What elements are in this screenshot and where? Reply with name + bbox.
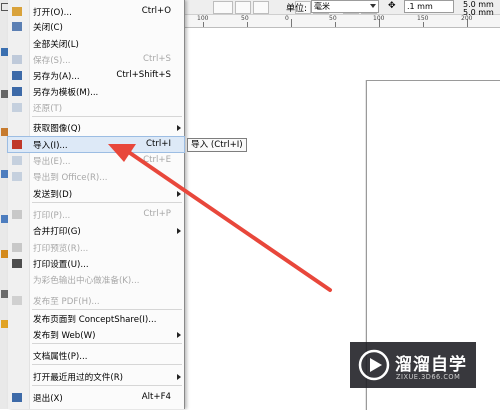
watermark: 溜溜自学 ZIXUE.3D66.COM xyxy=(350,342,476,388)
watermark-brand: 溜溜自学 xyxy=(395,355,467,375)
watermark-url: ZIXUE.3D66.COM xyxy=(396,373,461,381)
play-logo-icon xyxy=(358,349,390,381)
arrow-shaft xyxy=(128,151,332,292)
